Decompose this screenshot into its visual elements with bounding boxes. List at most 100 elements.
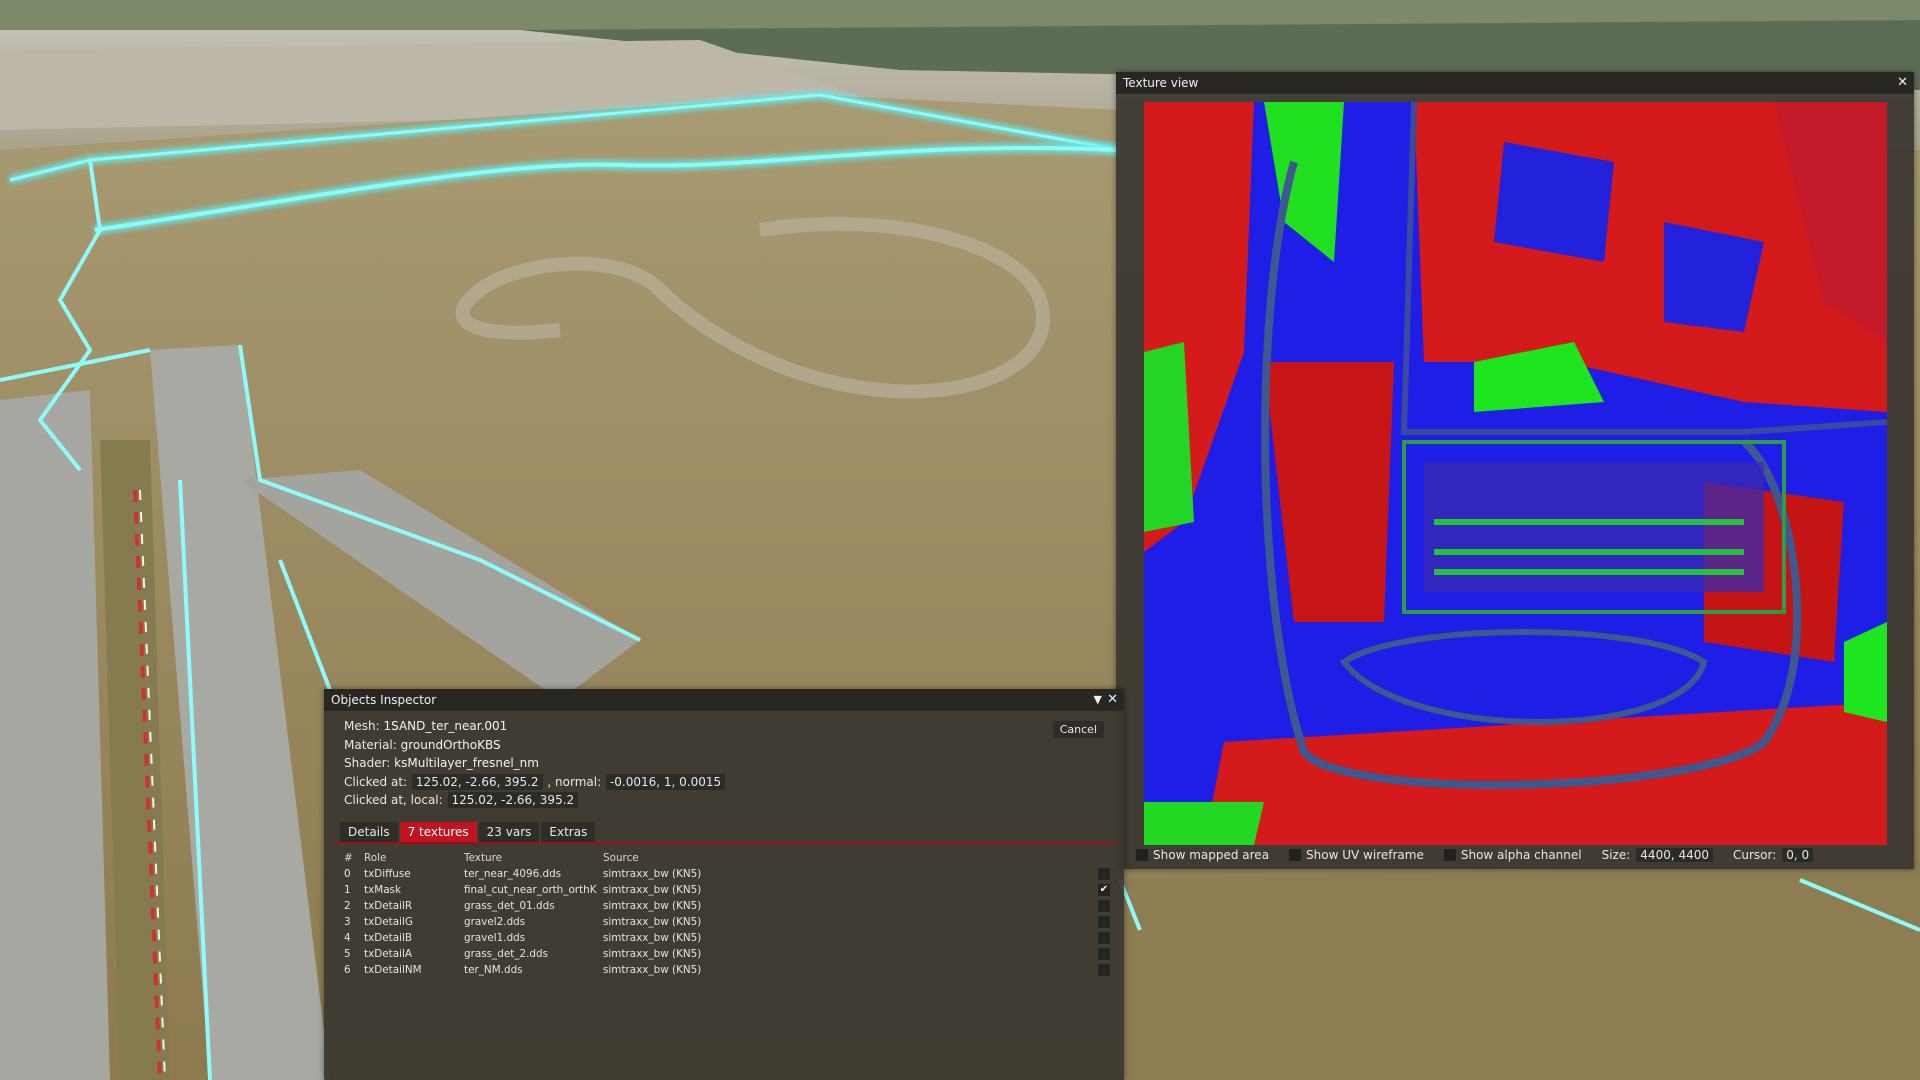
show-uv-wireframe-toggle[interactable]: Show UV wireframe <box>1289 848 1424 862</box>
cell-num: 4 <box>344 931 351 944</box>
cell-role: txDetailR <box>364 899 413 912</box>
cell-num: 1 <box>344 883 351 896</box>
clicked-at-row: Clicked at: 125.02, -2.66, 395.2 , norma… <box>344 773 1124 792</box>
cursor-label: Cursor: <box>1733 848 1777 862</box>
mesh-row: Mesh: 1SAND_ter_near.001 <box>344 717 1124 736</box>
table-row[interactable]: 2 txDetailR grass_det_01.dds simtraxx_bw… <box>344 898 723 914</box>
cell-role: txDetailA <box>364 947 412 960</box>
cell-texture: gravel1.dds <box>464 931 526 944</box>
row-checkbox[interactable] <box>1098 867 1110 880</box>
row-checkbox[interactable] <box>1098 931 1110 944</box>
cell-texture: ter_NM.dds <box>464 963 523 976</box>
triangle-down-icon[interactable]: ▼ <box>1094 689 1102 711</box>
cell-role: txDiffuse <box>364 867 411 880</box>
mask-texture-image <box>1144 102 1887 845</box>
row-checkbox[interactable]: ✔ <box>1098 883 1110 896</box>
cell-source: simtraxx_bw (KN5) <box>603 883 702 896</box>
objects-inspector-panel: Objects Inspector ▼ ✕ Cancel Mesh: 1SAND… <box>324 689 1124 1080</box>
material-label: Material: <box>344 737 397 752</box>
textures-table: # Role Texture Source 0 txDiffuse ter_ne… <box>344 850 723 978</box>
show-alpha-channel-checkbox[interactable] <box>1443 849 1456 861</box>
table-row[interactable]: 6 txDetailNM ter_NM.dds simtraxx_bw (KN5… <box>344 962 723 978</box>
size-label: Size: <box>1601 848 1631 862</box>
tab-extras[interactable]: Extras <box>541 821 596 842</box>
cell-source: simtraxx_bw (KN5) <box>603 915 702 928</box>
clicked-at-local-label: Clicked at, local: <box>344 793 443 808</box>
shader-label: Shader: <box>344 756 391 771</box>
row-checkbox[interactable] <box>1098 915 1110 928</box>
show-mapped-area-label: Show mapped area <box>1153 848 1270 862</box>
show-alpha-channel-toggle[interactable]: Show alpha channel <box>1443 848 1582 862</box>
cursor-readout: Cursor: 0, 0 <box>1733 848 1814 862</box>
cell-num: 2 <box>344 899 351 912</box>
cell-role: txDetailNM <box>364 963 422 976</box>
show-alpha-channel-label: Show alpha channel <box>1460 848 1582 862</box>
inspector-tabs: Details 7 textures 23 vars Extras <box>340 821 1124 842</box>
col-header-texture: Texture <box>464 851 503 864</box>
row-checkbox[interactable] <box>1098 899 1110 912</box>
table-row[interactable]: 5 txDetailA grass_det_2.dds simtraxx_bw … <box>344 946 723 962</box>
cell-role: txDetailB <box>364 931 412 944</box>
cell-texture: gravel2.dds <box>464 915 526 928</box>
material-value: groundOrthoKBS <box>400 737 501 752</box>
table-row[interactable]: 0 txDiffuse ter_near_4096.dds simtraxx_b… <box>344 866 723 882</box>
cell-source: simtraxx_bw (KN5) <box>603 899 702 912</box>
texture-view-titlebar[interactable]: Texture view ✕ <box>1116 72 1914 94</box>
clicked-at-label: Clicked at: <box>344 774 408 789</box>
tab-details[interactable]: Details <box>340 821 398 842</box>
show-mapped-area-checkbox[interactable] <box>1136 849 1148 861</box>
table-header-row: # Role Texture Source <box>344 850 723 866</box>
show-uv-wireframe-label: Show UV wireframe <box>1306 848 1424 862</box>
cell-texture: grass_det_2.dds <box>464 947 549 960</box>
cell-num: 5 <box>344 947 351 960</box>
table-row[interactable]: 3 txDetailG gravel2.dds simtraxx_bw (KN5… <box>344 914 723 930</box>
col-header-num: # <box>344 851 353 864</box>
clicked-at-local-row: Clicked at, local: 125.02, -2.66, 395.2 <box>344 791 1124 810</box>
size-value: 4400, 4400 <box>1636 848 1714 862</box>
checkmark-icon: ✔ <box>1099 883 1109 895</box>
cell-source: simtraxx_bw (KN5) <box>603 931 702 944</box>
tab-textures[interactable]: 7 textures <box>399 821 477 842</box>
mesh-value: 1SAND_ter_near.001 <box>383 719 508 733</box>
show-uv-wireframe-checkbox[interactable] <box>1289 849 1302 861</box>
tab-vars[interactable]: 23 vars <box>478 821 540 842</box>
close-icon[interactable]: ✕ <box>1897 72 1908 94</box>
col-header-role: Role <box>364 851 387 864</box>
cell-source: simtraxx_bw (KN5) <box>603 947 702 960</box>
clicked-at-value: 125.02, -2.66, 395.2 <box>411 773 543 790</box>
inspector-title: Objects Inspector <box>331 693 437 707</box>
tab-underline <box>334 841 1114 844</box>
cell-role: txDetailG <box>364 915 413 928</box>
shader-row: Shader: ksMultilayer_fresnel_nm <box>344 754 1124 773</box>
cancel-button[interactable]: Cancel <box>1052 721 1104 738</box>
close-icon[interactable]: ✕ <box>1107 689 1118 711</box>
cell-num: 3 <box>344 915 351 928</box>
material-row: Material: groundOrthoKBS <box>344 736 1124 755</box>
table-row[interactable]: 1 txMask final_cut_near_orth_orthK simtr… <box>344 882 723 898</box>
clicked-at-local-value: 125.02, -2.66, 395.2 <box>447 792 579 809</box>
cell-texture: ter_near_4096.dds <box>464 867 562 880</box>
cell-texture: final_cut_near_orth_orthK <box>464 883 597 896</box>
normal-label: , normal: <box>547 774 602 789</box>
cell-num: 6 <box>344 963 351 976</box>
cell-role: txMask <box>364 883 401 896</box>
object-info: Mesh: 1SAND_ter_near.001 Material: groun… <box>324 711 1124 810</box>
texture-view-options: Show mapped area Show UV wireframe Show … <box>1136 848 1833 862</box>
texture-preview[interactable] <box>1144 102 1887 845</box>
texture-size-readout: Size: 4400, 4400 <box>1601 848 1714 862</box>
mesh-label: Mesh: <box>344 719 380 733</box>
texture-view-panel: Texture view ✕ Show mapped area Show UV … <box>1116 72 1914 869</box>
row-checkbox[interactable] <box>1098 963 1110 976</box>
normal-value: -0.0016, 1, 0.0015 <box>605 773 726 790</box>
inspector-titlebar[interactable]: Objects Inspector ▼ ✕ <box>324 689 1124 711</box>
cell-source: simtraxx_bw (KN5) <box>603 963 702 976</box>
col-header-source: Source <box>603 851 639 864</box>
table-row[interactable]: 4 txDetailB gravel1.dds simtraxx_bw (KN5… <box>344 930 723 946</box>
cell-texture: grass_det_01.dds <box>464 899 555 912</box>
cell-source: simtraxx_bw (KN5) <box>603 867 702 880</box>
row-checkbox[interactable] <box>1098 947 1110 960</box>
cursor-value: 0, 0 <box>1782 848 1814 862</box>
shader-value: ksMultilayer_fresnel_nm <box>394 756 539 771</box>
show-mapped-area-toggle[interactable]: Show mapped area <box>1136 848 1269 862</box>
texture-view-title: Texture view <box>1123 76 1199 90</box>
